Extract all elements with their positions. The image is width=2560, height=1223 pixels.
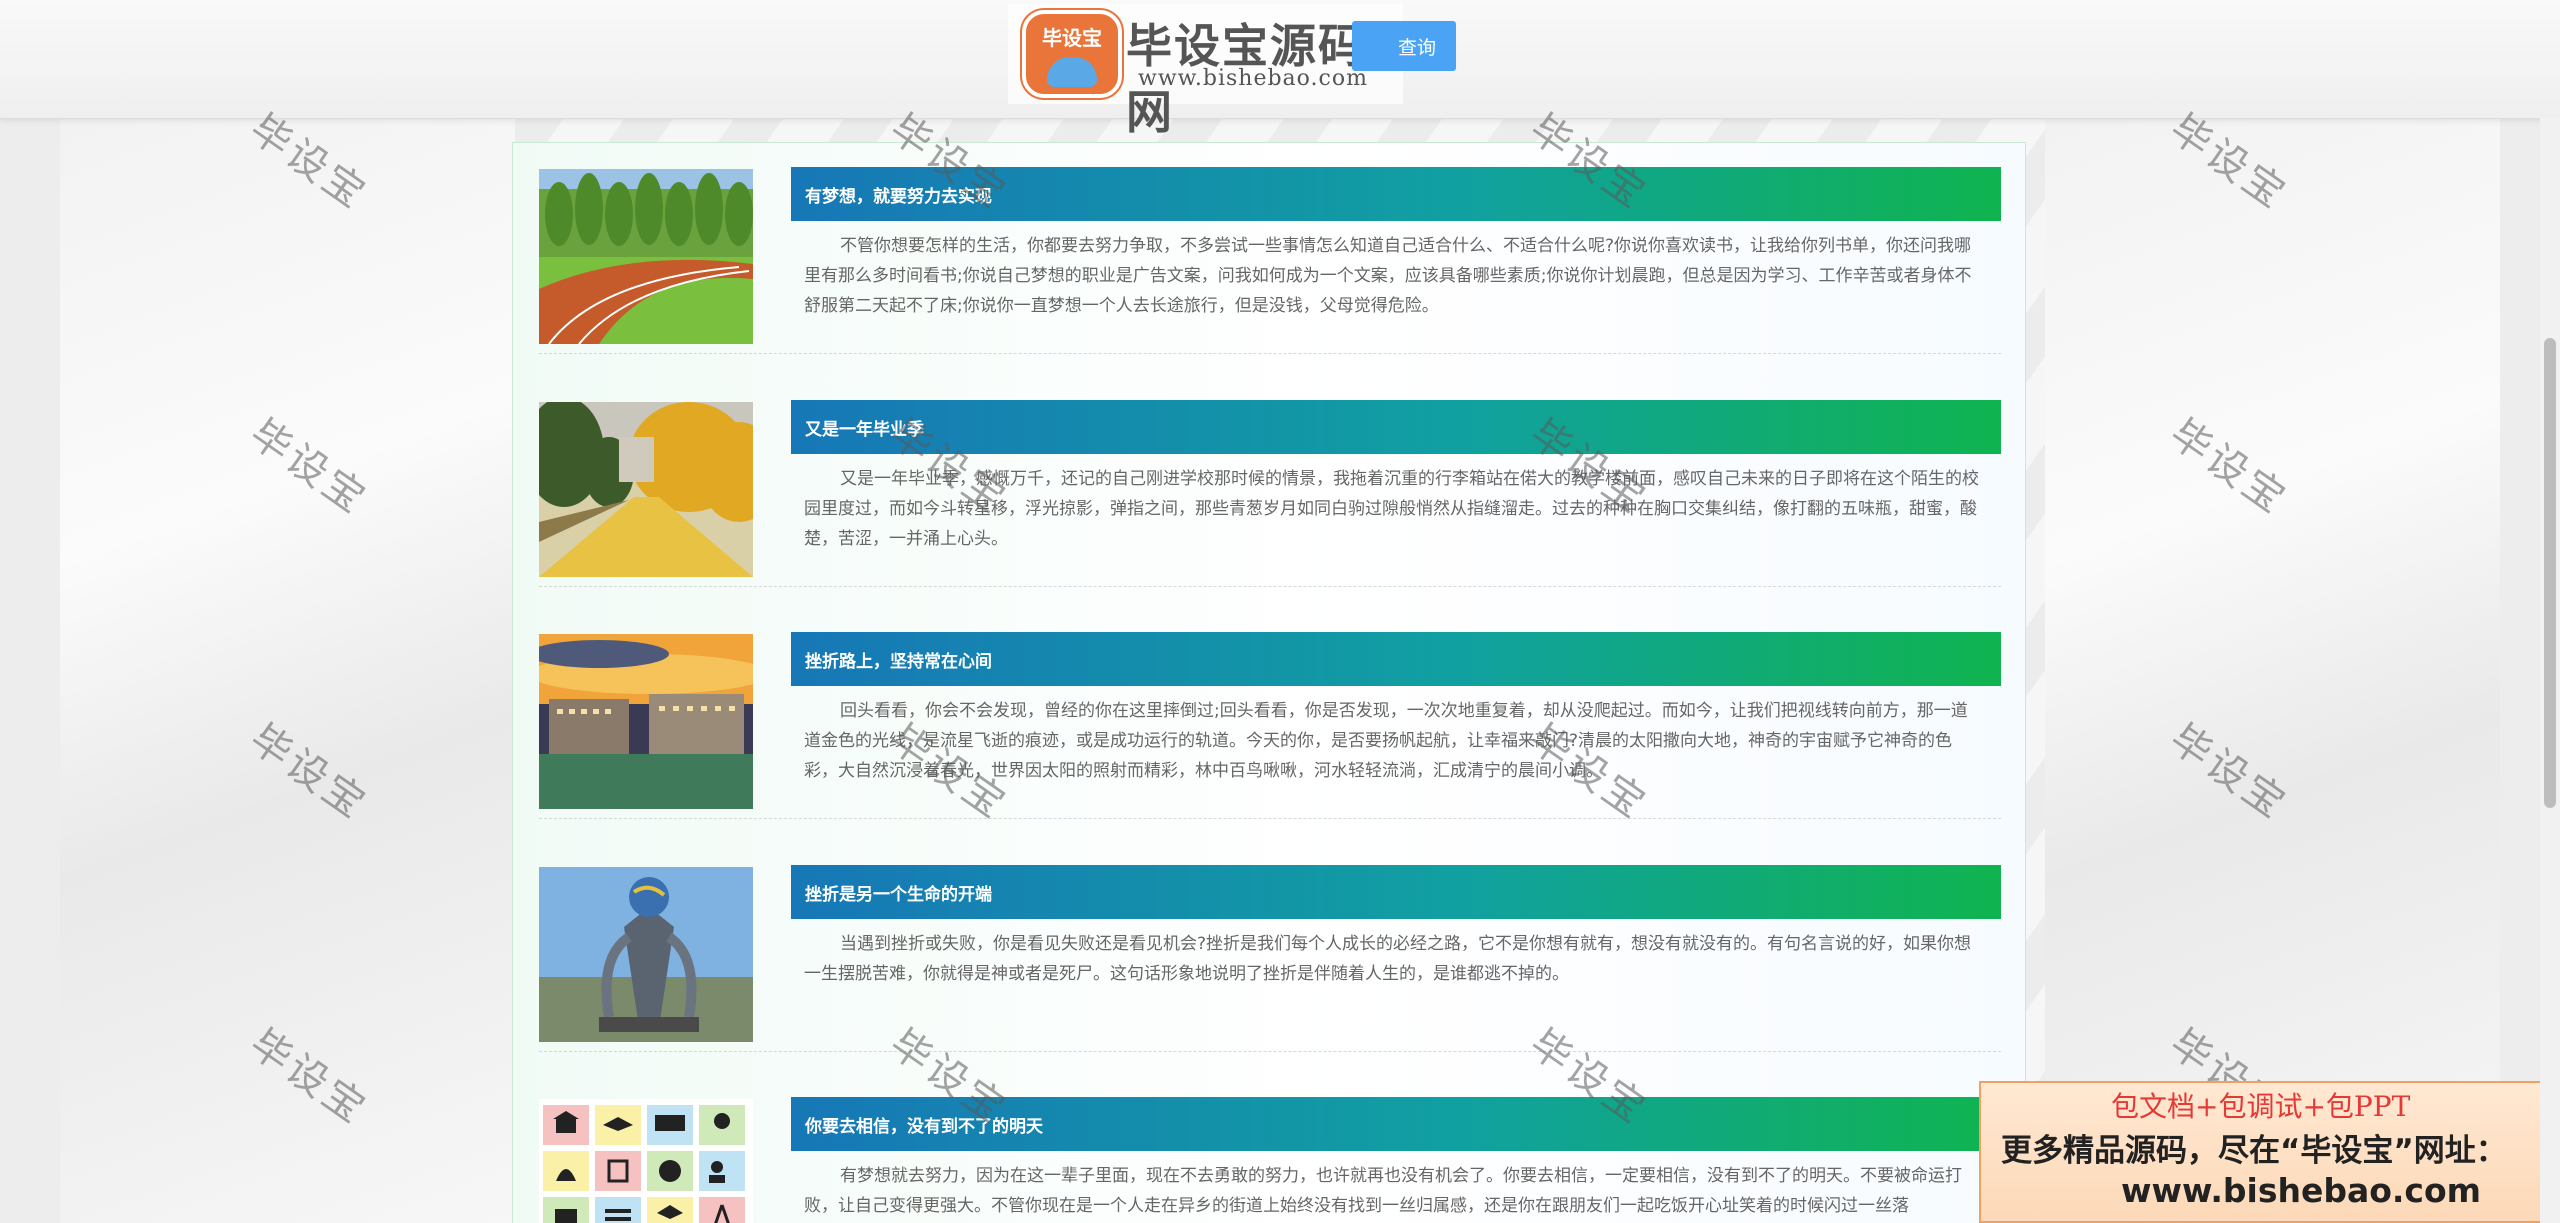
article-title[interactable]: 有梦想，就要努力去实现 bbox=[805, 182, 992, 207]
article-summary: 当遇到挫折或失败，你是看见失败还是看见机会?挫折是我们每个人成长的必经之路，它不… bbox=[804, 934, 1972, 984]
article-title-bar[interactable]: 有梦想，就要努力去实现 bbox=[791, 167, 2001, 221]
article-title-bar[interactable]: 挫折路上，坚持常在心间 bbox=[791, 632, 2001, 686]
article-summary: 又是一年毕业季，感慨万千，还记的自己刚进学校那时候的情景，我拖着沉重的行李箱站在… bbox=[804, 469, 1979, 549]
list-item[interactable]: 挫折是另一个生命的开端 当遇到挫折或失败，你是看见失败还是看见机会?挫折是我们每… bbox=[539, 841, 2001, 1052]
list-item[interactable]: 有梦想，就要努力去实现 不管你想要怎样的生活，你都要去努力争取，不多尝试一些事情… bbox=[539, 143, 2001, 354]
article-thumbnail[interactable] bbox=[539, 169, 753, 344]
logo-badge-icon: 毕设宝 bbox=[1022, 10, 1122, 98]
logo-badge-text: 毕设宝 bbox=[1042, 26, 1102, 50]
article-title-bar[interactable]: 你要去相信，没有到不了的明天 bbox=[791, 1097, 2001, 1151]
vertical-scrollbar[interactable] bbox=[2540, 118, 2560, 1223]
article-title[interactable]: 又是一年毕业季 bbox=[805, 415, 924, 440]
article-summary: 回头看看，你会不会发现，曾经的你在这里摔倒过;回头看看，你是否发现，一次次地重复… bbox=[804, 701, 1968, 781]
scrollbar-thumb[interactable] bbox=[2544, 338, 2556, 808]
promo-banner[interactable]: 包文档+包调试+包PPT 更多精品源码，尽在“毕设宝”网址： www.bishe… bbox=[1979, 1081, 2560, 1223]
promo-url[interactable]: www.bishebao.com bbox=[2121, 1171, 2481, 1210]
article-title[interactable]: 你要去相信，没有到不了的明天 bbox=[805, 1112, 1043, 1137]
article-thumbnail[interactable] bbox=[539, 634, 753, 809]
site-logo[interactable]: 毕设宝 毕设宝源码网 www.bishebao.com bbox=[1008, 4, 1403, 139]
article-title[interactable]: 挫折是另一个生命的开端 bbox=[805, 880, 992, 905]
article-summary: 有梦想就去努力，因为在这一辈子里面，现在不去勇敢的努力，也许就再也没有机会了。你… bbox=[804, 1166, 1962, 1216]
site-url: www.bishebao.com bbox=[1138, 66, 1368, 91]
list-item[interactable]: 挫折路上，坚持常在心间 回头看看，你会不会发现，曾经的你在这里摔倒过;回头看看，… bbox=[539, 608, 2001, 819]
list-item[interactable]: 你要去相信，没有到不了的明天 有梦想就去努力，因为在这一辈子里面，现在不去勇敢的… bbox=[539, 1073, 2001, 1223]
article-title[interactable]: 挫折路上，坚持常在心间 bbox=[805, 647, 992, 672]
list-item[interactable]: 又是一年毕业季 又是一年毕业季，感慨万千，还记的自己刚进学校那时候的情景，我拖着… bbox=[539, 376, 2001, 587]
article-list: 有梦想，就要努力去实现 不管你想要怎样的生活，你都要去努力争取，不多尝试一些事情… bbox=[512, 142, 2026, 1223]
article-thumbnail[interactable] bbox=[539, 1099, 753, 1223]
article-summary: 不管你想要怎样的生活，你都要去努力争取，不多尝试一些事情怎么知道自己适合什么、不… bbox=[804, 236, 1972, 316]
article-thumbnail[interactable] bbox=[539, 867, 753, 1042]
article-thumbnail[interactable] bbox=[539, 402, 753, 577]
query-button[interactable]: 查询 bbox=[1352, 21, 1456, 71]
article-title-bar[interactable]: 挫折是另一个生命的开端 bbox=[791, 865, 2001, 919]
promo-line-2: 更多精品源码，尽在“毕设宝”网址： bbox=[2001, 1133, 2507, 1169]
promo-line-1: 包文档+包调试+包PPT bbox=[2111, 1090, 2411, 1123]
top-header: 毕设宝 毕设宝源码网 www.bishebao.com 查询 bbox=[0, 0, 2560, 139]
article-title-bar[interactable]: 又是一年毕业季 bbox=[791, 400, 2001, 454]
background-left bbox=[60, 118, 515, 1223]
background-right bbox=[2045, 118, 2500, 1223]
